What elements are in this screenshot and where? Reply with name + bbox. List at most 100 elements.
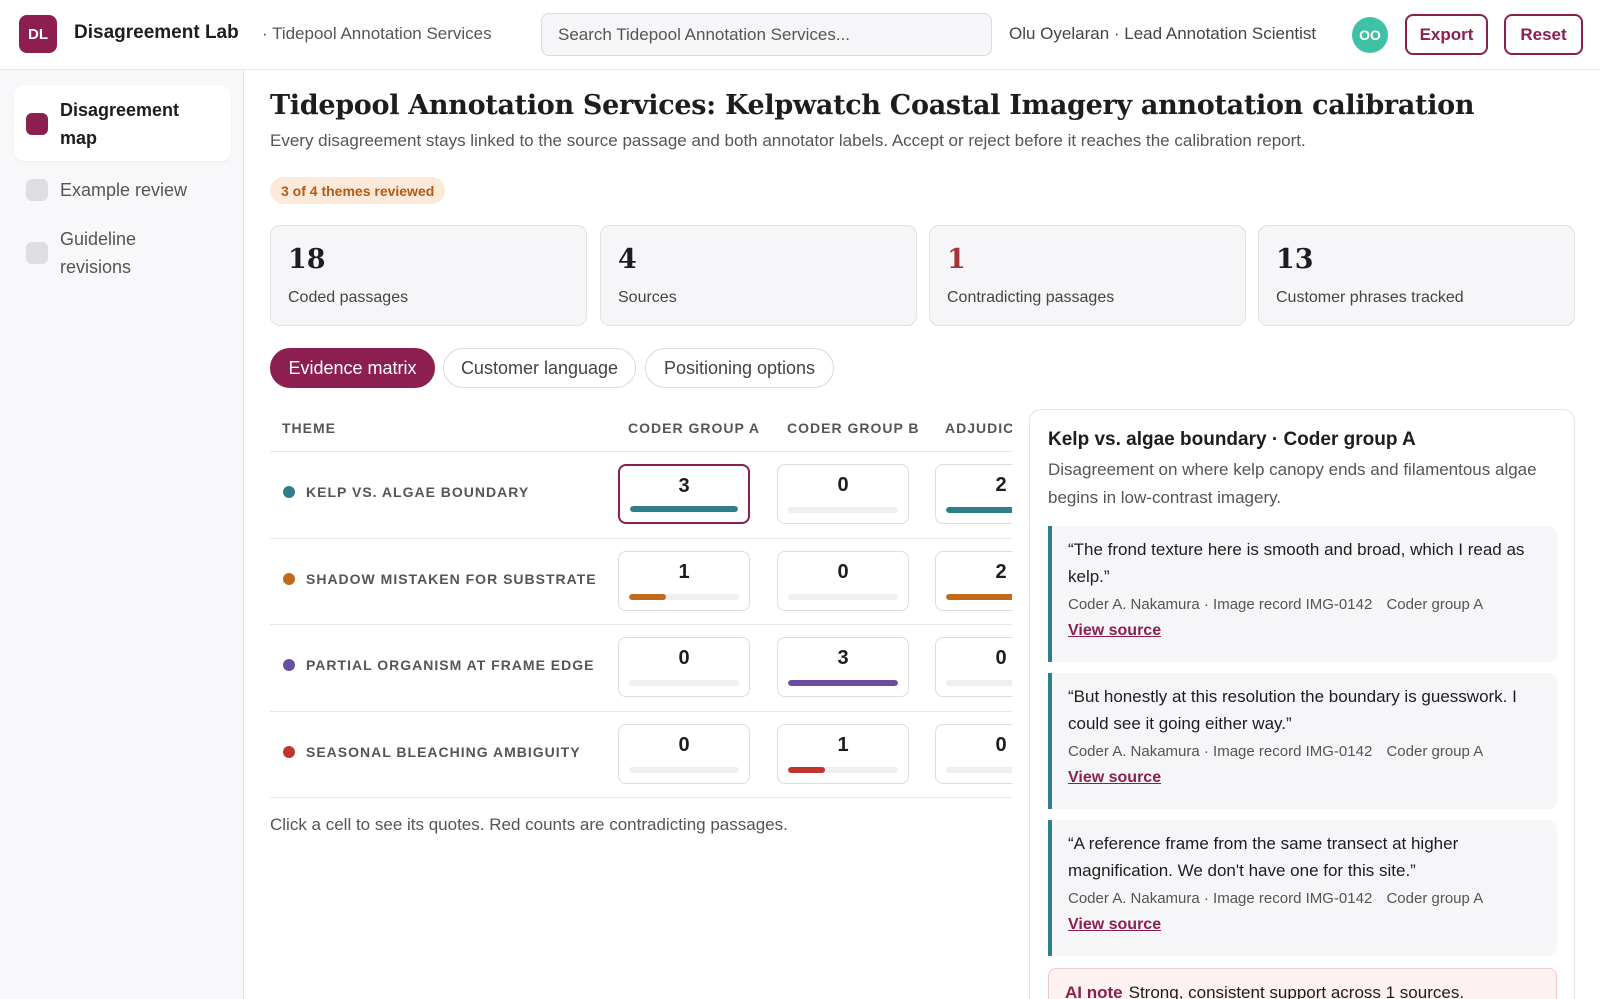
- sidebar-item-label: Disagreement map: [60, 100, 180, 148]
- nav-marker-icon: [26, 242, 48, 264]
- avatar[interactable]: OO: [1352, 17, 1388, 53]
- search-input[interactable]: [541, 13, 992, 56]
- theme-label: SHADOW MISTAKEN FOR SUBSTRATE: [283, 571, 597, 587]
- matrix-cell[interactable]: 0: [935, 723, 1012, 784]
- sidebar-item-label: Example review: [60, 180, 188, 200]
- quote-text: “The frond texture here is smooth and br…: [1068, 540, 1525, 586]
- quote-author: Coder A. Nakamura · Image record IMG-014…: [1068, 743, 1373, 760]
- sidebar-item-disagreement-map[interactable]: Disagreement map: [14, 86, 231, 161]
- stat-card-customer-phrases: 13 Customer phrases tracked: [1258, 225, 1575, 326]
- cell-bar-track: [788, 593, 898, 600]
- nav-marker-icon: [26, 113, 48, 135]
- cell-bar-track: [946, 766, 1012, 773]
- quote-meta: Coder A. Nakamura · Image record IMG-014…: [1068, 890, 1541, 907]
- cell-count: 0: [837, 474, 849, 496]
- theme-name: KELP VS. ALGAE BOUNDARY: [306, 484, 530, 500]
- app-logo[interactable]: DL: [19, 15, 57, 53]
- theme-color-dot-icon: [283, 572, 295, 585]
- theme-name: SHADOW MISTAKEN FOR SUBSTRATE: [306, 570, 597, 587]
- column-header-adjudicated: ADJUDICATED: [945, 420, 1012, 436]
- ai-note-text: Strong, consistent support across 1 sour…: [1128, 983, 1465, 999]
- quote-author: Coder A. Nakamura · Image record IMG-014…: [1068, 890, 1373, 907]
- matrix-cell[interactable]: 0: [618, 723, 750, 784]
- matrix-cell[interactable]: 2: [935, 550, 1012, 611]
- tab-evidence-matrix[interactable]: Evidence matrix: [270, 348, 435, 388]
- matrix-cell[interactable]: 3: [777, 637, 909, 697]
- quote-meta: Coder A. Nakamura · Image record IMG-014…: [1068, 596, 1541, 613]
- reset-button[interactable]: Reset: [1504, 14, 1583, 55]
- matrix-cell[interactable]: 0: [777, 464, 909, 524]
- column-header-coder-group-a: CODER GROUP A: [628, 420, 761, 436]
- matrix-cell[interactable]: 3: [618, 464, 750, 524]
- cell-count: 0: [995, 733, 1007, 756]
- quote-card: “The frond texture here is smooth and br…: [1048, 526, 1557, 662]
- cell-bar-track: [629, 766, 739, 773]
- cell-count: 0: [678, 647, 690, 669]
- stat-value: 4: [618, 244, 637, 275]
- theme-name: PARTIAL ORGANISM AT FRAME EDGE: [306, 657, 595, 673]
- cell-bar-track: [630, 506, 738, 512]
- row-divider: [270, 624, 1012, 625]
- top-bar: DL Disagreement Lab · Tidepool Annotatio…: [0, 0, 1600, 70]
- view-source-link[interactable]: View source: [1068, 622, 1161, 640]
- row-divider: [270, 710, 1012, 712]
- detail-description: Disagreement on where kelp canopy ends a…: [1048, 460, 1537, 507]
- view-source-link[interactable]: View source: [1068, 769, 1161, 787]
- cell-bar-fill: [630, 506, 738, 512]
- quote-group: Coder group A: [1386, 890, 1484, 907]
- cell-count: 3: [837, 647, 849, 669]
- cell-bar-fill: [788, 766, 825, 773]
- cell-bar-fill: [788, 680, 898, 686]
- stat-card-coded-passages: 18 Coded passages: [270, 225, 587, 326]
- cell-count: 1: [837, 733, 849, 756]
- user-name: Olu Oyelaran · Lead Annotation Scientist: [1009, 24, 1317, 43]
- app-name: Disagreement Lab: [74, 22, 239, 43]
- cell-bar-fill: [946, 507, 1012, 513]
- view-source-link[interactable]: View source: [1068, 916, 1161, 934]
- cell-bar-track: [946, 593, 1012, 600]
- cell-bar-track: [788, 766, 898, 773]
- sidebar: Disagreement map Example review Guidelin…: [0, 70, 244, 999]
- theme-name: SEASONAL BLEACHING AMBIGUITY: [306, 743, 581, 760]
- detail-panel: Kelp vs. algae boundary · Coder group A …: [1029, 409, 1575, 999]
- stat-card-sources: 4 Sources: [600, 225, 917, 326]
- nav-marker-icon: [26, 179, 48, 201]
- quote-group: Coder group A: [1386, 596, 1484, 613]
- cell-count: 3: [678, 475, 690, 497]
- sidebar-item-guideline-revisions[interactable]: Guideline revisions: [14, 218, 231, 288]
- stat-value: 18: [288, 244, 326, 275]
- matrix-cell[interactable]: 0: [777, 550, 909, 611]
- matrix-cell[interactable]: 0: [618, 637, 750, 697]
- stat-label: Customer phrases tracked: [1276, 289, 1464, 306]
- stat-label: Contradicting passages: [947, 289, 1115, 306]
- export-button[interactable]: Export: [1405, 14, 1488, 55]
- ai-note-label: AI note: [1065, 983, 1123, 999]
- cell-bar-track: [946, 680, 1012, 686]
- matrix-cell[interactable]: 1: [618, 550, 750, 611]
- column-header-theme: THEME: [282, 420, 336, 436]
- tab-customer-language[interactable]: Customer language: [443, 348, 636, 388]
- quote-group: Coder group A: [1386, 743, 1484, 760]
- cell-bar-track: [629, 593, 739, 600]
- row-divider: [270, 451, 1012, 452]
- row-divider: [270, 537, 1012, 539]
- page-subtitle: Every disagreement stays linked to the s…: [270, 131, 1306, 150]
- page-title: Tidepool Annotation Services: Kelpwatch …: [270, 90, 1475, 121]
- theme-color-dot-icon: [283, 659, 295, 671]
- matrix-note: Click a cell to see its quotes. Red coun…: [270, 815, 788, 834]
- column-header-coder-group-b: CODER GROUP B: [787, 420, 920, 436]
- theme-label: PARTIAL ORGANISM AT FRAME EDGE: [283, 657, 594, 673]
- tab-positioning-options[interactable]: Positioning options: [645, 348, 834, 388]
- cell-bar-track: [788, 680, 898, 686]
- theme-color-dot-icon: [283, 745, 295, 758]
- quote-meta: Coder A. Nakamura · Image record IMG-014…: [1068, 743, 1541, 760]
- matrix-cell[interactable]: 0: [935, 637, 1012, 697]
- evidence-matrix: THEME CODER GROUP A CODER GROUP B ADJUDI…: [270, 405, 1012, 800]
- cell-bar-fill: [629, 593, 666, 600]
- matrix-cell[interactable]: 2: [935, 464, 1012, 524]
- cell-count: 2: [995, 560, 1007, 583]
- sidebar-item-example-review[interactable]: Example review: [14, 168, 231, 212]
- matrix-cell[interactable]: 1: [777, 723, 909, 784]
- cell-bar-track: [788, 507, 898, 513]
- stat-label: Coded passages: [288, 289, 409, 306]
